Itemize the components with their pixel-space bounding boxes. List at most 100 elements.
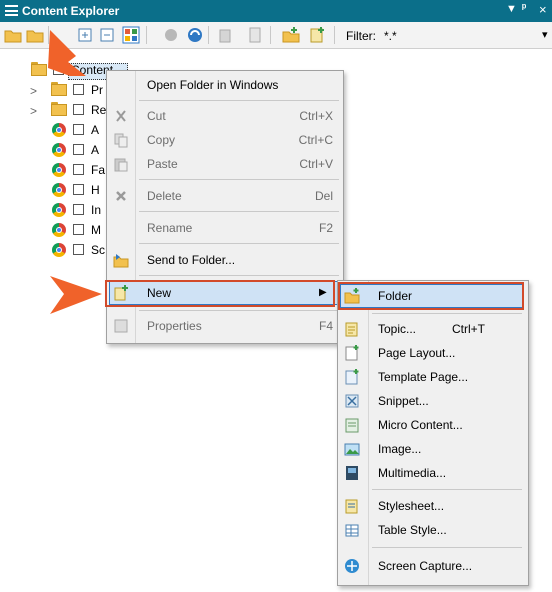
menu-item-properties[interactable]: Properties F4 (107, 315, 343, 337)
menu-item-shortcut: Del (314, 189, 333, 203)
screen-capture-icon (345, 559, 359, 573)
tree-item-label: In (91, 203, 102, 217)
tree-item[interactable]: A (0, 140, 110, 160)
menu-item-cut[interactable]: Cut Ctrl+X (107, 105, 343, 127)
tree-item[interactable]: In (0, 200, 110, 220)
submenu-item-page-layout[interactable]: Page Layout... (338, 342, 528, 364)
tree-item[interactable]: > Re (0, 100, 110, 120)
page-layout-icon (345, 345, 359, 361)
menu-item-label: Table Style... (378, 523, 447, 537)
menu-separator (139, 275, 339, 276)
menu-item-label: Rename (147, 221, 193, 235)
chrome-file-icon (52, 183, 66, 197)
menu-item-open-folder[interactable]: Open Folder in Windows (107, 74, 343, 96)
tree-item[interactable]: Fa (0, 160, 110, 180)
menu-item-shortcut: F2 (318, 221, 333, 235)
multimedia-icon (346, 466, 358, 480)
filter-dropdown-icon[interactable]: ▾ (542, 28, 548, 41)
expand-chevron-icon[interactable]: > (30, 104, 37, 118)
delete-icon (116, 191, 126, 201)
submenu-item-table-style[interactable]: Table Style... (338, 519, 528, 541)
view-mode-icon[interactable] (122, 26, 140, 44)
submenu-item-screen-capture[interactable]: Screen Capture... (338, 555, 528, 577)
add-folder-icon[interactable] (282, 26, 300, 44)
window-dropdown-icon[interactable]: ▼ (506, 3, 517, 15)
checkbox[interactable] (73, 244, 84, 255)
tree-item[interactable]: M (0, 220, 110, 240)
properties-icon (114, 319, 128, 333)
checkbox[interactable] (73, 144, 84, 155)
menu-item-shortcut: Ctrl+T (452, 322, 485, 336)
stylesheet-icon (345, 499, 358, 514)
menu-separator (139, 243, 339, 244)
properties-icon[interactable] (162, 26, 180, 44)
checkbox[interactable] (73, 124, 84, 135)
tree-item-label: A (91, 123, 100, 137)
menu-item-shortcut: Ctrl+X (299, 109, 333, 123)
menu-item-label: Topic... (378, 322, 417, 336)
menu-separator (139, 310, 339, 311)
toolbar-separator (146, 26, 147, 44)
menu-item-label: Open Folder in Windows (147, 78, 279, 92)
menu-item-delete[interactable]: Delete Del (107, 185, 343, 207)
menu-item-label: Delete (147, 189, 182, 203)
filter-label: Filter: (346, 29, 376, 43)
snippet-icon (345, 394, 359, 408)
move-up-icon[interactable] (216, 26, 234, 44)
submenu-item-stylesheet[interactable]: Stylesheet... (338, 495, 528, 517)
filter-input[interactable] (382, 25, 552, 46)
menu-item-label: Properties (147, 319, 202, 333)
new-item-annotation-box (105, 280, 335, 307)
checkbox[interactable] (73, 84, 84, 95)
tree-item-label: Sc (91, 243, 106, 257)
tree-item[interactable]: Sc (0, 240, 110, 260)
submenu-item-topic[interactable]: Topic... Ctrl+T (338, 318, 528, 340)
document-icon[interactable] (246, 26, 264, 44)
menu-item-label: Cut (147, 109, 166, 123)
menu-item-label: Image... (378, 442, 422, 456)
add-topic-icon[interactable] (308, 26, 326, 44)
open-folder-icon[interactable] (4, 26, 22, 44)
menu-item-paste[interactable]: Paste Ctrl+V (107, 153, 343, 175)
submenu-item-image[interactable]: Image... (338, 438, 528, 460)
tree-item-label: M (91, 223, 101, 237)
collapse-all-icon[interactable] (98, 26, 116, 44)
tree-item[interactable]: A (0, 120, 110, 140)
pin-icon[interactable]: ᵖ (522, 2, 526, 14)
checkbox[interactable] (73, 184, 84, 195)
refresh-icon[interactable] (186, 26, 204, 44)
checkbox[interactable] (73, 104, 84, 115)
submenu-item-multimedia[interactable]: Multimedia... (338, 462, 528, 484)
folder-icon (51, 82, 67, 96)
tree-item[interactable]: H (0, 180, 110, 200)
menu-item-rename[interactable]: Rename F2 (107, 217, 343, 239)
submenu-item-template-page[interactable]: Template Page... (338, 366, 528, 388)
submenu-item-snippet[interactable]: Snippet... (338, 390, 528, 412)
menu-item-copy[interactable]: Copy Ctrl+C (107, 129, 343, 151)
paste-icon (114, 158, 128, 172)
chrome-file-icon (52, 163, 66, 177)
menu-item-shortcut: Ctrl+C (298, 133, 333, 147)
expand-chevron-icon[interactable]: > (30, 84, 37, 98)
title-bar: Content Explorer ▼ ᵖ × (0, 0, 552, 22)
image-icon (344, 443, 360, 456)
checkbox[interactable] (73, 164, 84, 175)
menu-item-label: Paste (147, 157, 178, 171)
close-icon[interactable]: × (539, 2, 547, 17)
submenu-item-micro-content[interactable]: Micro Content... (338, 414, 528, 436)
menu-item-label: Template Page... (378, 370, 469, 384)
toolbar-separator (208, 26, 209, 44)
checkbox[interactable] (73, 204, 84, 215)
window-title: Content Explorer (22, 4, 120, 18)
menu-item-label: Send to Folder... (147, 253, 236, 267)
annotation-arrow-icon (48, 30, 86, 76)
chrome-file-icon (52, 123, 66, 137)
menu-item-send-to-folder[interactable]: Send to Folder... (107, 249, 343, 271)
template-page-icon (345, 369, 359, 385)
menu-separator (139, 100, 339, 101)
menu-item-label: Micro Content... (378, 418, 463, 432)
checkbox[interactable] (73, 224, 84, 235)
micro-content-icon (345, 418, 359, 433)
hamburger-menu-icon[interactable] (5, 5, 18, 16)
send-to-folder-icon (113, 254, 129, 268)
